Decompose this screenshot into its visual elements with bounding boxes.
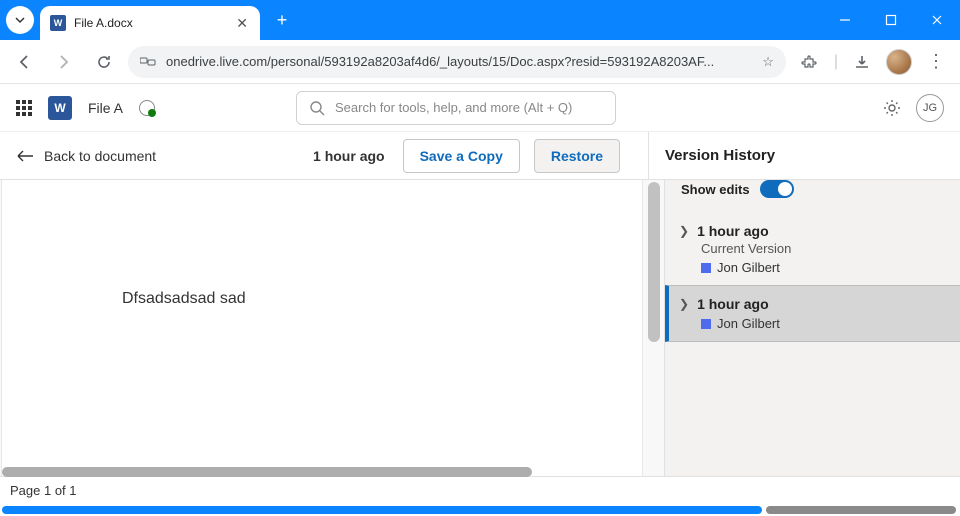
profile-initials: JG [923, 102, 937, 114]
url-text: onedrive.live.com/personal/593192a8203af… [166, 54, 752, 69]
search-placeholder: Search for tools, help, and more (Alt + … [335, 100, 572, 115]
save-copy-button[interactable]: Save a Copy [403, 139, 520, 173]
browser-profile-avatar[interactable] [886, 49, 912, 75]
version-time: 1 hour ago [697, 296, 769, 312]
author-color-swatch [701, 263, 711, 273]
version-item-current[interactable]: ❯ 1 hour ago Current Version Jon Gilbert [665, 212, 960, 285]
site-info-icon[interactable] [140, 55, 156, 69]
arrow-left-icon [16, 149, 34, 163]
extensions-icon[interactable] [794, 46, 826, 78]
search-input[interactable]: Search for tools, help, and more (Alt + … [296, 91, 616, 125]
window-bottom-accent [0, 504, 960, 516]
search-icon [309, 100, 325, 116]
new-tab-button[interactable]: + [268, 6, 296, 34]
version-time: 1 hour ago [697, 223, 769, 239]
toolbar-separator: | [834, 53, 838, 71]
window-close-button[interactable] [914, 0, 960, 40]
document-page: Dfsadsadsad sad [2, 180, 642, 476]
tab-close-icon[interactable]: ✕ [232, 15, 252, 32]
back-label: Back to document [44, 148, 156, 164]
browser-address-bar: onedrive.live.com/personal/593192a8203af… [0, 40, 960, 84]
browser-tab[interactable]: W File A.docx ✕ [40, 6, 260, 40]
nav-reload-button[interactable] [88, 46, 120, 78]
downloads-icon[interactable] [846, 46, 878, 78]
nav-forward-button[interactable] [48, 46, 80, 78]
vertical-scrollbar[interactable] [648, 182, 660, 342]
show-edits-row: Show edits [665, 180, 960, 212]
app-launcher-icon[interactable] [16, 100, 32, 116]
restore-button[interactable]: Restore [534, 139, 620, 173]
version-toolbar: Back to document 1 hour ago Save a Copy … [0, 132, 960, 180]
show-edits-label: Show edits [681, 182, 750, 197]
chevron-right-icon[interactable]: ❯ [679, 224, 689, 238]
window-maximize-button[interactable] [868, 0, 914, 40]
bookmark-star-icon[interactable]: ☆ [762, 54, 774, 70]
version-subtitle: Current Version [701, 241, 944, 256]
version-author: Jon Gilbert [717, 260, 780, 275]
tab-title: File A.docx [74, 16, 232, 30]
version-history-panel: Show edits ❯ 1 hour ago Current Version … [664, 180, 960, 476]
back-to-document-link[interactable]: Back to document [16, 148, 156, 164]
horizontal-scrollbar[interactable] [0, 467, 960, 477]
nav-back-button[interactable] [8, 46, 40, 78]
word-app-icon[interactable]: W [48, 96, 72, 120]
version-history-title: Version History [665, 147, 775, 164]
app-header: W File A Search for tools, help, and mor… [0, 84, 960, 132]
version-item-selected[interactable]: ❯ 1 hour ago Jon Gilbert [665, 285, 960, 342]
version-author: Jon Gilbert [717, 316, 780, 331]
sync-status-icon[interactable] [139, 100, 155, 116]
chevron-right-icon[interactable]: ❯ [679, 297, 689, 311]
page-indicator: Page 1 of 1 [10, 483, 77, 498]
url-field[interactable]: onedrive.live.com/personal/593192a8203af… [128, 46, 786, 78]
word-favicon-icon: W [50, 15, 66, 31]
document-viewport[interactable]: Dfsadsadsad sad [0, 180, 664, 476]
user-profile-badge[interactable]: JG [916, 94, 944, 122]
show-edits-toggle[interactable] [760, 180, 794, 198]
main-content: Dfsadsadsad sad Show edits ❯ 1 hour ago … [0, 180, 960, 476]
status-bar: Page 1 of 1 [0, 476, 960, 504]
browser-titlebar: W File A.docx ✕ + [0, 0, 960, 40]
settings-gear-icon[interactable] [882, 98, 902, 118]
window-minimize-button[interactable] [822, 0, 868, 40]
document-body-text: Dfsadsadsad sad [122, 290, 522, 308]
tab-dropdown-button[interactable] [6, 6, 34, 34]
author-color-swatch [701, 319, 711, 329]
browser-menu-button[interactable]: ⋮ [920, 46, 952, 78]
version-timestamp: 1 hour ago [313, 148, 385, 164]
document-filename[interactable]: File A [88, 100, 123, 116]
